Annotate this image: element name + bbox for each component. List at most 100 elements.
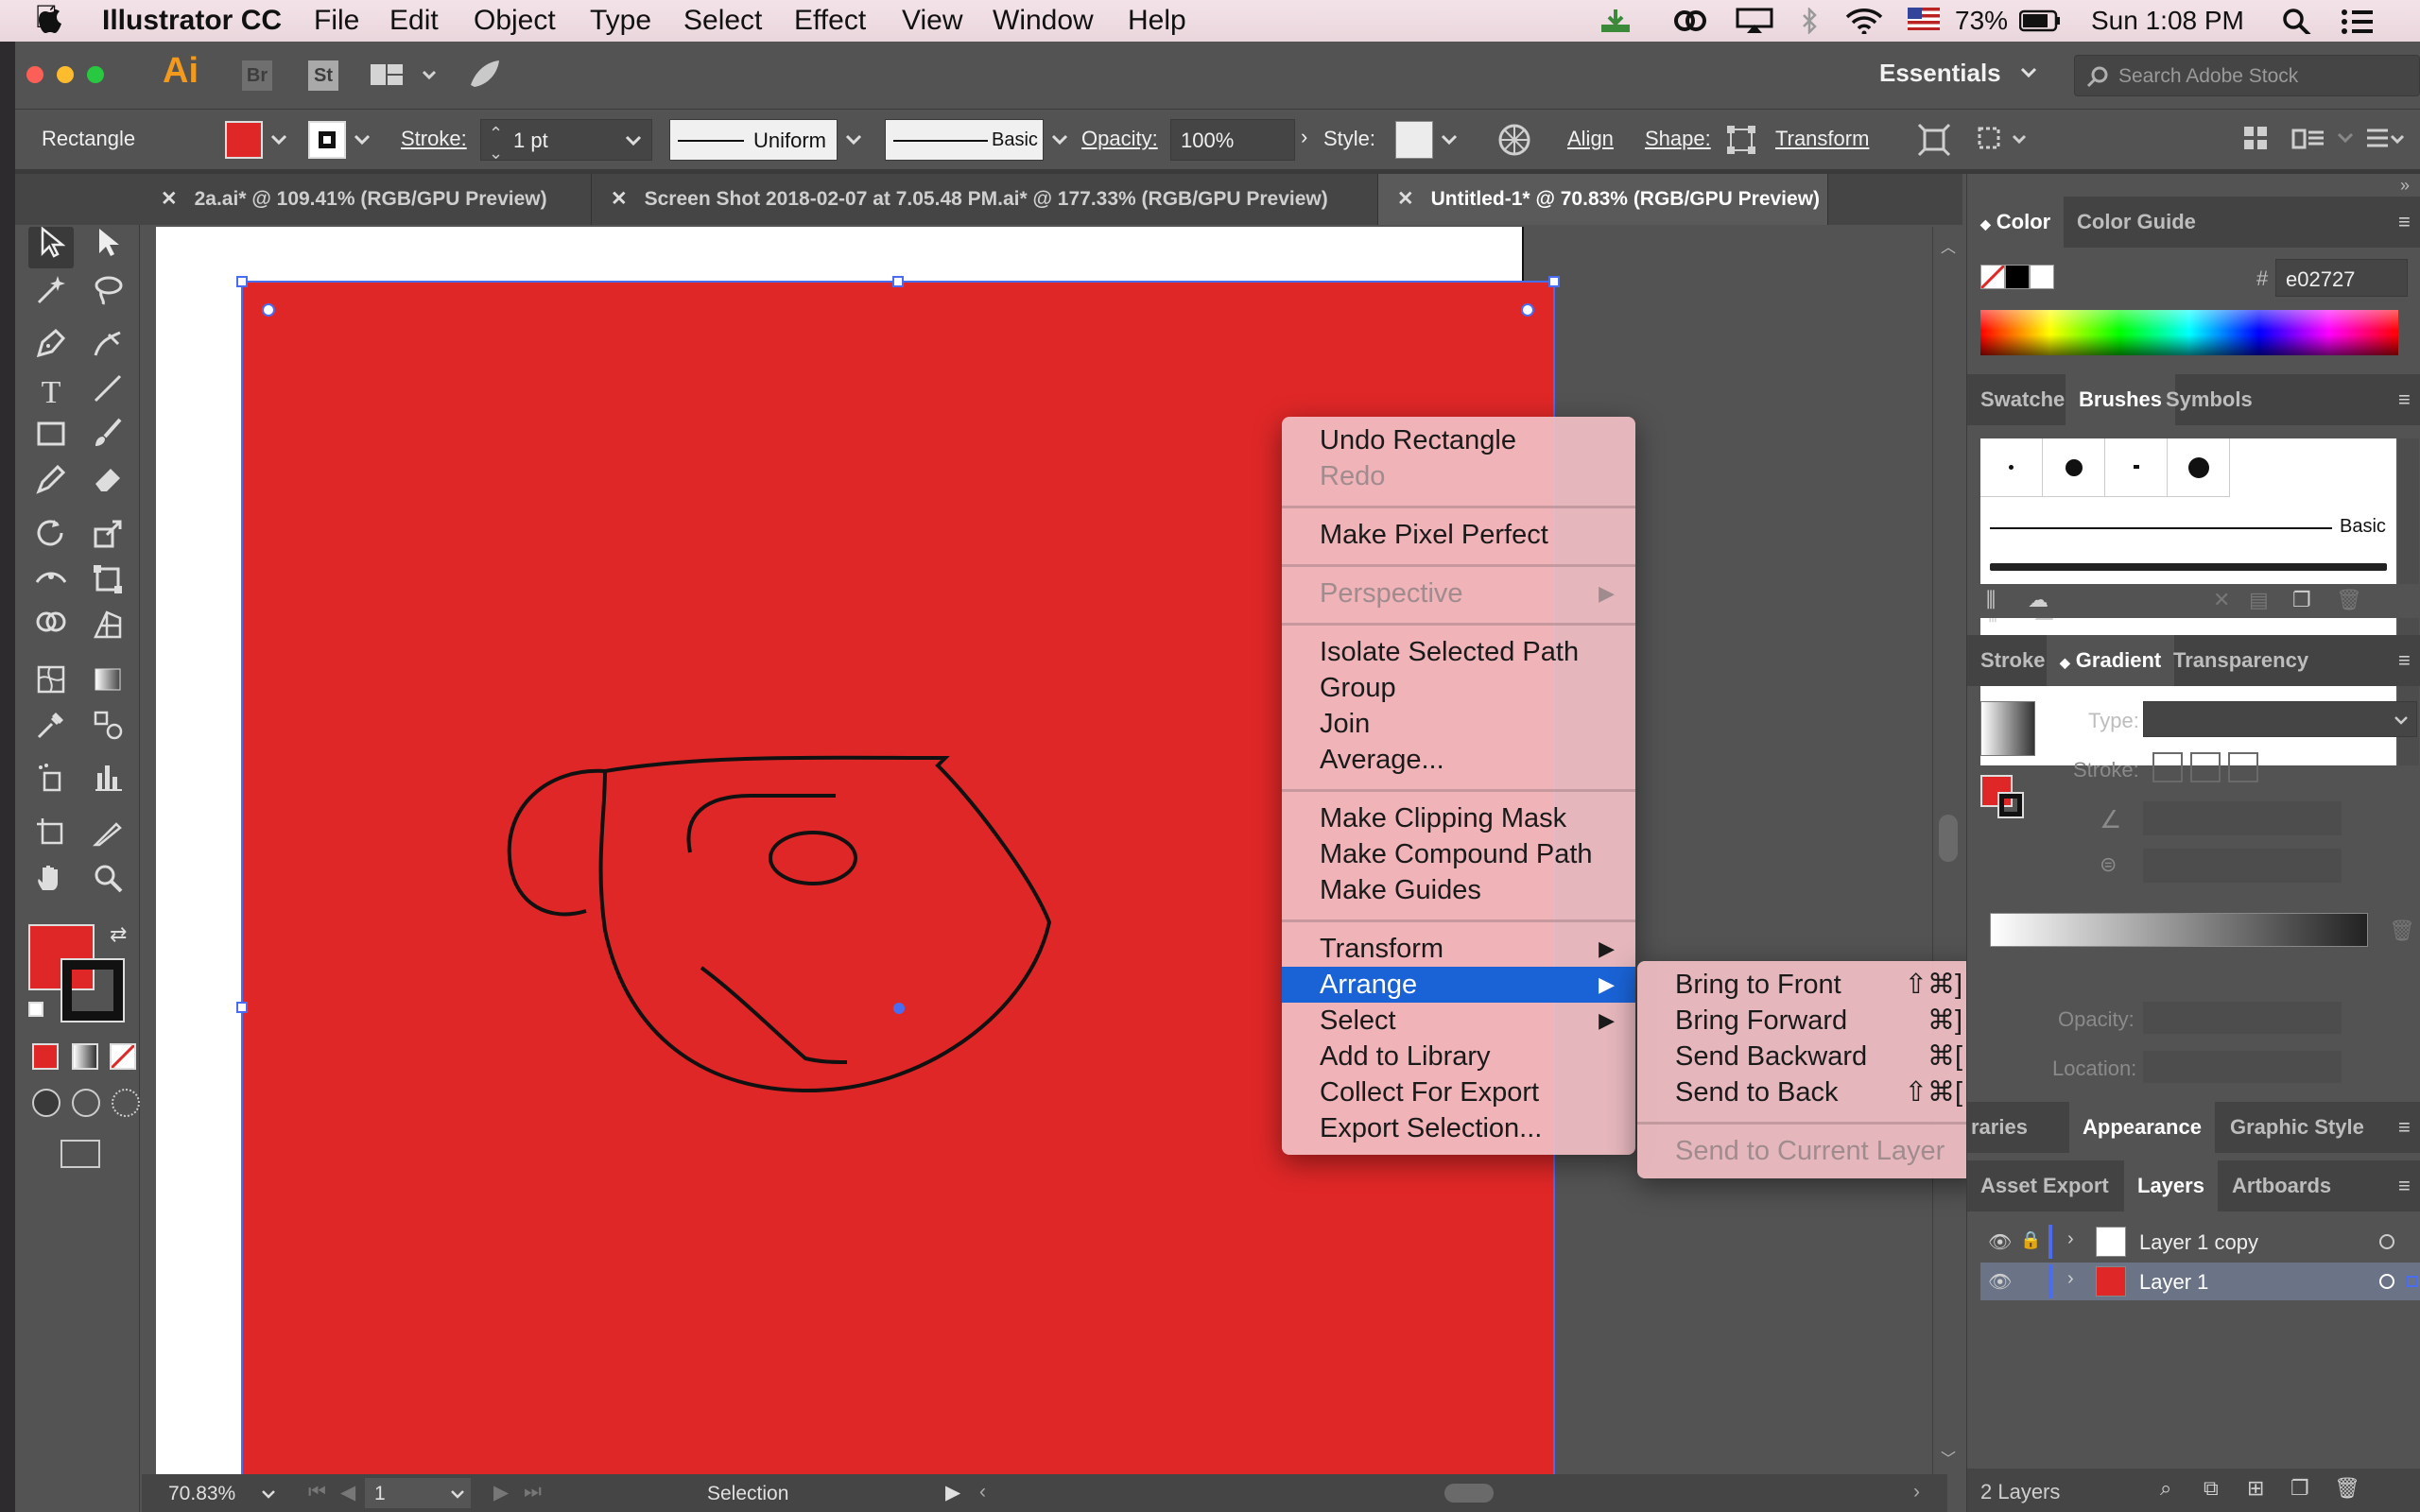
width-tool-icon[interactable]: [28, 563, 74, 605]
canvas-vertical-scrollbar[interactable]: ︿ ﹀: [1932, 227, 1962, 1474]
chevron-down-icon[interactable]: [354, 134, 371, 146]
chevron-down-icon[interactable]: [450, 1489, 465, 1499]
clock[interactable]: Sun 1:08 PM: [2091, 4, 2244, 38]
brush-dot-small[interactable]: [1980, 438, 2043, 497]
stroke-color-swatch[interactable]: [308, 121, 346, 159]
menu-item-collect-for-export[interactable]: Collect For Export: [1282, 1074, 1635, 1110]
make-clipping-mask-icon[interactable]: ⧉: [2204, 1476, 2219, 1501]
menu-item-bring-to-front[interactable]: Bring to Front ⇧⌘]: [1637, 967, 1987, 1003]
gradient-type-dropdown[interactable]: [2143, 701, 2417, 737]
opacity-field[interactable]: 100%: [1170, 119, 1295, 161]
brush-dot-medium[interactable]: [2043, 438, 2105, 497]
scale-tool-icon[interactable]: [85, 518, 130, 559]
brush-options-icon[interactable]: ▤: [2249, 588, 2269, 612]
lock-icon[interactable]: 🔒: [2020, 1230, 2041, 1250]
recolor-artwork-icon[interactable]: [1497, 123, 1531, 157]
tab-transparency[interactable]: Transparency: [2160, 635, 2322, 686]
menu-item-perspective[interactable]: Perspective ▶: [1282, 576, 1635, 611]
new-brush-icon[interactable]: ❐: [2292, 588, 2311, 612]
tab-symbols[interactable]: Symbols: [2152, 374, 2266, 425]
rotate-tool-icon[interactable]: [28, 518, 74, 559]
tab-graphic-styles[interactable]: Graphic Style: [2217, 1102, 2377, 1153]
bridge-icon[interactable]: Br: [242, 60, 272, 91]
adobe-stock-search[interactable]: Search Adobe Stock: [2074, 55, 2420, 96]
close-tab-icon[interactable]: ✕: [161, 188, 178, 210]
tab-stroke[interactable]: Stroke: [1967, 635, 2058, 686]
scroll-thumb[interactable]: [1939, 815, 1958, 862]
workspace-switcher[interactable]: Essentials: [1879, 59, 2001, 88]
menu-help[interactable]: Help: [1128, 4, 1186, 38]
type-tool-icon[interactable]: T: [28, 372, 74, 414]
align-panel-icon[interactable]: [2242, 125, 2271, 153]
bluetooth-icon[interactable]: [1800, 8, 1819, 34]
stroke-swatch[interactable]: [60, 958, 125, 1022]
gpu-performance-icon[interactable]: [465, 57, 503, 91]
draw-normal-icon[interactable]: [32, 1089, 60, 1117]
layer-name[interactable]: Layer 1 copy: [2139, 1230, 2258, 1255]
spotlight-search-icon[interactable]: [2282, 8, 2312, 34]
menu-item-export-selection[interactable]: Export Selection...: [1282, 1110, 1635, 1146]
stepper-icon[interactable]: ⌃ ⌄: [489, 124, 503, 163]
variable-width-profile[interactable]: Uniform: [669, 119, 838, 161]
brush-definition[interactable]: Basic: [885, 119, 1044, 161]
scroll-left-icon[interactable]: ‹: [979, 1481, 986, 1503]
menu-item-send-to-back[interactable]: Send to Back ⇧⌘[: [1637, 1074, 1987, 1110]
opacity-label[interactable]: Opacity:: [1081, 127, 1158, 151]
status-menu-arrow-icon[interactable]: ▶: [945, 1481, 960, 1504]
menu-item-make-compound-path[interactable]: Make Compound Path: [1282, 836, 1635, 872]
panel-menu-icon[interactable]: [2290, 125, 2327, 153]
menu-object[interactable]: Object: [474, 4, 556, 38]
delete-brush-icon[interactable]: 🗑: [2336, 588, 2362, 612]
expand-panels-icon[interactable]: »: [2400, 176, 2410, 196]
menu-item-make-guides[interactable]: Make Guides: [1282, 872, 1635, 908]
graphic-style-swatch[interactable]: [1395, 121, 1433, 159]
brush-libraries-menu-icon[interactable]: ⫼: [1986, 588, 1996, 612]
tab-appearance[interactable]: Appearance: [2069, 1102, 2215, 1153]
selection-tool-icon[interactable]: [28, 226, 74, 268]
chevron-down-icon[interactable]: [625, 135, 642, 146]
aspect-ratio-dropdown[interactable]: [2143, 849, 2342, 883]
stroke-gradient-within[interactable]: [2152, 752, 2183, 782]
chevron-down-icon[interactable]: [1441, 134, 1458, 146]
zoom-level[interactable]: 70.83%: [168, 1483, 235, 1505]
gradient-stroke-swatch[interactable]: [1997, 792, 2024, 818]
gradient-location-dropdown[interactable]: [2143, 1051, 2342, 1083]
panel-options-icon[interactable]: [2363, 123, 2405, 157]
drawn-sketch[interactable]: [492, 690, 1059, 1106]
eraser-tool-icon[interactable]: [85, 463, 130, 505]
menu-app-name[interactable]: Illustrator CC: [102, 4, 282, 38]
menu-view[interactable]: View: [902, 4, 962, 38]
menu-item-select[interactable]: Select ▶: [1282, 1003, 1635, 1039]
tab-gradient[interactable]: ◆ Gradient: [2047, 635, 2175, 686]
eye-icon[interactable]: 👁: [1988, 1270, 2012, 1294]
hex-input[interactable]: e02727: [2275, 259, 2408, 297]
arrange-documents-icon[interactable]: [369, 60, 441, 91]
default-colors-icon[interactable]: [28, 1002, 43, 1017]
close-tab-icon[interactable]: ✕: [611, 188, 628, 210]
layer-name[interactable]: Layer 1: [2139, 1270, 2208, 1295]
draw-behind-icon[interactable]: [72, 1089, 100, 1117]
transform-button[interactable]: Transform: [1775, 127, 1869, 151]
magic-wand-tool-icon[interactable]: [28, 274, 74, 316]
panel-menu-icon[interactable]: ≡: [2398, 210, 2411, 234]
zoom-window-button[interactable]: [87, 66, 104, 83]
delete-stop-icon[interactable]: 🗑: [2389, 919, 2415, 943]
black-swatch[interactable]: [2005, 265, 2030, 289]
locate-object-icon[interactable]: ⌕: [2160, 1476, 2171, 1501]
tab-screenshot[interactable]: ✕ Screen Shot 2018-02-07 at 7.05.48 PM.ai…: [592, 174, 1378, 225]
previous-artboard-icon[interactable]: ◀: [340, 1481, 355, 1504]
close-window-button[interactable]: [26, 66, 43, 83]
fill-color-swatch[interactable]: [225, 121, 263, 159]
target-icon[interactable]: [2379, 1274, 2394, 1289]
apple-logo-icon[interactable]: [36, 6, 64, 36]
delete-layer-icon[interactable]: 🗑: [2334, 1476, 2360, 1501]
color-mode-icon[interactable]: [32, 1043, 59, 1070]
symbol-sprayer-tool-icon[interactable]: [28, 762, 74, 803]
tab-artboards[interactable]: Artboards: [2219, 1160, 2344, 1211]
layer-row[interactable]: 👁 🔒 › Layer 1 copy: [1980, 1223, 2420, 1261]
menu-item-group[interactable]: Group: [1282, 670, 1635, 706]
tab-libraries[interactable]: raries: [1967, 1102, 2041, 1153]
lasso-tool-icon[interactable]: [85, 274, 130, 316]
expand-arrow-icon[interactable]: ›: [2067, 1228, 2074, 1250]
target-icon[interactable]: [2379, 1234, 2394, 1249]
